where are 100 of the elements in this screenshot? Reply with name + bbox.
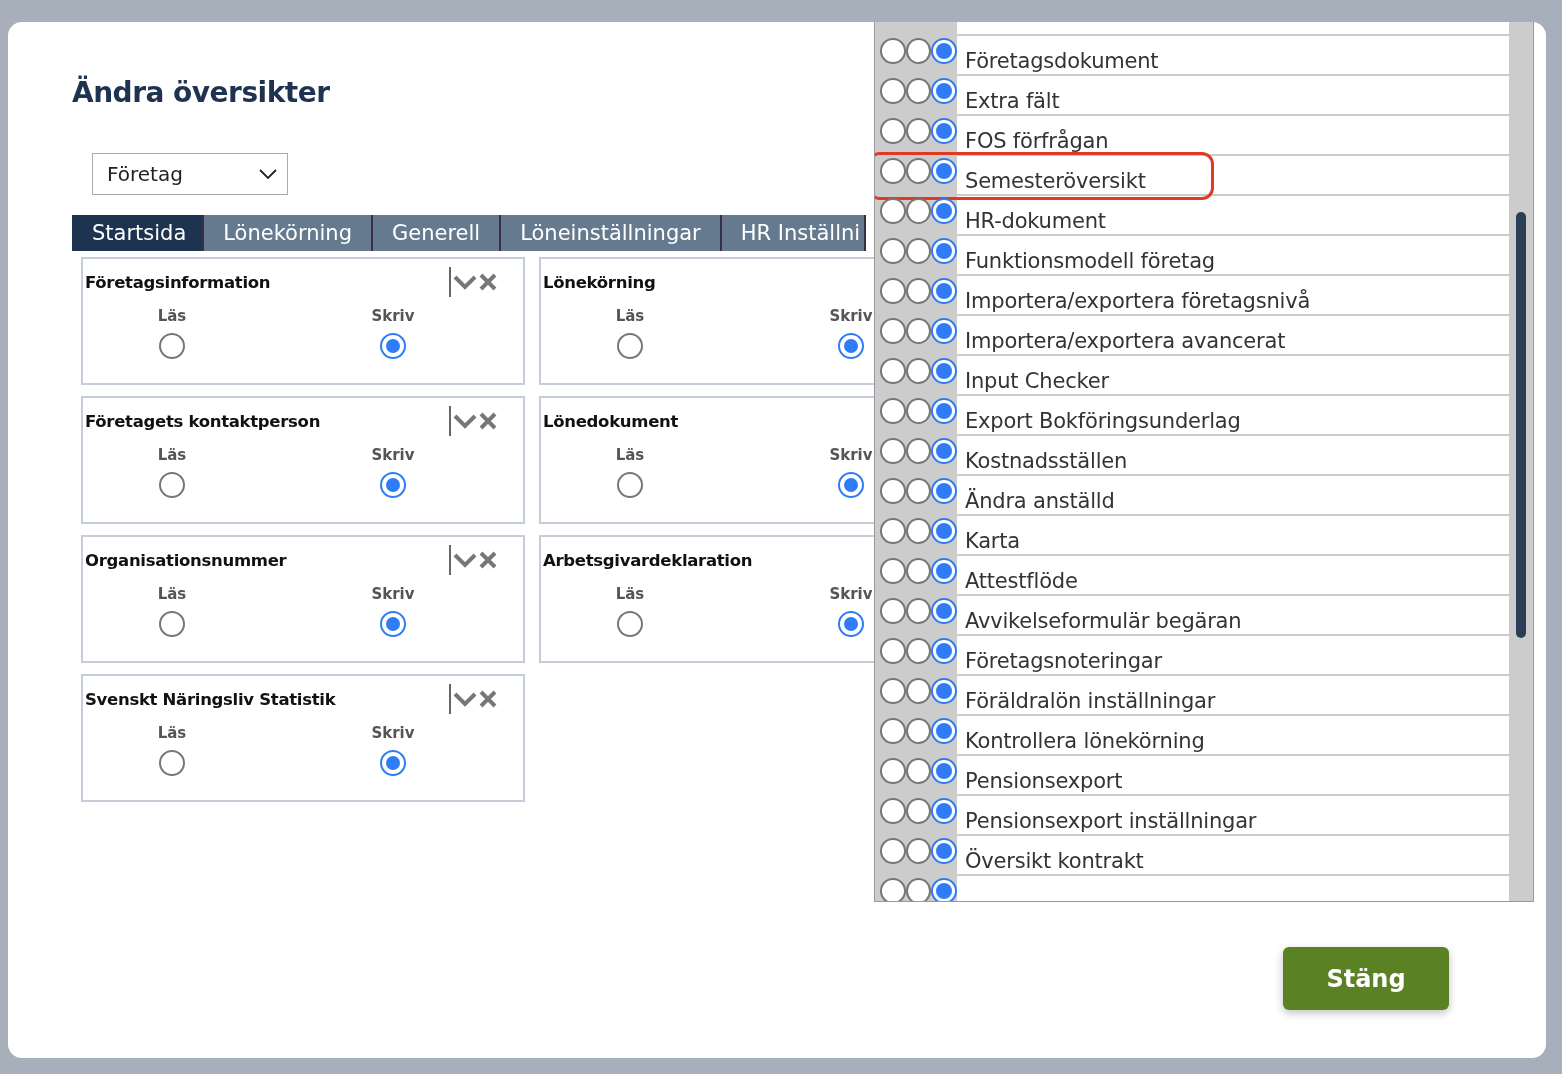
radio-button[interactable] [931,118,957,144]
radio-button[interactable] [159,472,185,498]
radio-button[interactable] [931,798,957,824]
radio-button[interactable] [931,558,957,584]
radio-button[interactable] [838,611,864,637]
radio-button[interactable] [905,478,932,504]
radio-button[interactable] [880,758,906,784]
company-select[interactable]: Företag [92,153,288,195]
close-icon[interactable] [479,551,497,569]
radio-button[interactable] [880,638,906,664]
radio-button[interactable] [931,878,957,901]
radio-button[interactable] [880,718,906,744]
radio-button[interactable] [617,472,643,498]
radio-button[interactable] [880,878,906,901]
list-item[interactable]: Pensionsexport inställningar [965,808,1257,834]
radio-button[interactable] [905,38,932,64]
list-item[interactable]: Attestflöde [965,568,1078,594]
tab[interactable]: Generell [373,215,502,251]
radio-button[interactable] [905,558,932,584]
radio-button[interactable] [931,358,957,384]
radio-button[interactable] [838,333,864,359]
radio-button[interactable] [931,718,957,744]
radio-button[interactable] [880,358,906,384]
radio-button[interactable] [905,198,932,224]
radio-button[interactable] [931,678,957,704]
radio-button[interactable] [931,518,957,544]
radio-button[interactable] [880,478,906,504]
radio-button[interactable] [905,598,932,624]
radio-button[interactable] [931,478,957,504]
radio-button[interactable] [838,472,864,498]
list-item[interactable]: Översikt kontrakt [965,848,1144,874]
radio-button[interactable] [380,611,406,637]
radio-button[interactable] [905,278,932,304]
radio-button[interactable] [159,611,185,637]
list-item[interactable]: Importera/exportera företagsnivå [965,288,1311,314]
list-item[interactable]: Kontrollera lönekörning [965,728,1205,754]
tab[interactable]: Startsida [72,215,205,251]
radio-button[interactable] [880,78,906,104]
radio-button[interactable] [905,838,932,864]
list-item[interactable]: Importera/exportera avancerat [965,328,1286,354]
radio-button[interactable] [159,333,185,359]
radio-button[interactable] [880,238,906,264]
radio-button[interactable] [880,198,906,224]
radio-button[interactable] [905,878,932,901]
radio-button[interactable] [905,398,932,424]
chevron-down-icon[interactable] [453,413,477,429]
radio-button[interactable] [880,518,906,544]
radio-button[interactable] [905,158,932,184]
radio-button[interactable] [905,78,932,104]
radio-button[interactable] [931,78,957,104]
radio-button[interactable] [905,358,932,384]
radio-button[interactable] [931,238,957,264]
radio-button[interactable] [905,518,932,544]
radio-button[interactable] [880,678,906,704]
list-item[interactable]: Funktionsmodell företag [965,248,1215,274]
chevron-down-icon[interactable] [453,552,477,568]
radio-button[interactable] [617,333,643,359]
radio-button[interactable] [931,638,957,664]
radio-button[interactable] [905,718,932,744]
list-item[interactable]: Export Bokföringsunderlag [965,408,1241,434]
list-item[interactable]: HR-dokument [965,208,1106,234]
chevron-down-icon[interactable] [453,274,477,290]
radio-button[interactable] [931,398,957,424]
radio-button[interactable] [905,798,932,824]
radio-button[interactable] [931,758,957,784]
radio-button[interactable] [880,158,906,184]
list-item[interactable]: Extra fält [965,88,1060,114]
radio-button[interactable] [905,758,932,784]
radio-button[interactable] [905,238,932,264]
radio-button[interactable] [931,158,957,184]
radio-button[interactable] [159,750,185,776]
radio-button[interactable] [880,318,906,344]
tab[interactable]: Löneinställningar [501,215,722,251]
radio-button[interactable] [905,678,932,704]
radio-button[interactable] [880,398,906,424]
tab[interactable]: HR Inställni [721,215,867,251]
tab[interactable]: Lönekörning [204,215,373,251]
list-item[interactable]: FOS förfrågan [965,128,1109,154]
list-item[interactable]: Karta [965,528,1020,554]
list-item[interactable]: Semesteröversikt [965,168,1146,194]
close-icon[interactable] [479,690,497,708]
radio-button[interactable] [880,118,906,144]
radio-button[interactable] [380,472,406,498]
radio-button[interactable] [931,278,957,304]
radio-button[interactable] [880,38,906,64]
radio-button[interactable] [880,558,906,584]
radio-button[interactable] [931,198,957,224]
radio-button[interactable] [905,438,932,464]
radio-button[interactable] [880,598,906,624]
list-item[interactable]: Kostnadsställen [965,448,1128,474]
list-item[interactable]: Pensionsexport [965,768,1123,794]
list-item[interactable]: Företagsdokument [965,48,1159,74]
radio-button[interactable] [880,278,906,304]
radio-button[interactable] [880,798,906,824]
radio-button[interactable] [905,638,932,664]
list-item[interactable]: Föräldralön inställningar [965,688,1216,714]
radio-button[interactable] [617,611,643,637]
list-item[interactable]: Ändra anställd [965,488,1115,514]
list-item[interactable]: Avvikelseformulär begäran [965,608,1242,634]
radio-button[interactable] [931,438,957,464]
